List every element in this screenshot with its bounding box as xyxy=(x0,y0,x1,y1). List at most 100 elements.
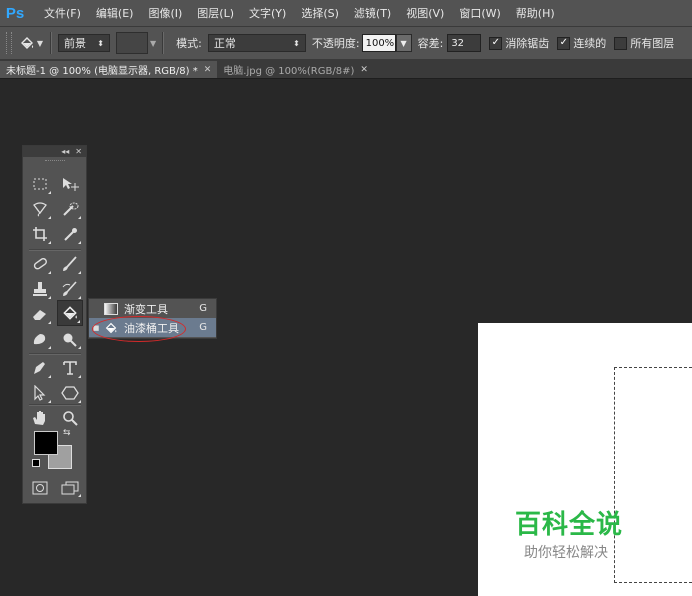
pattern-picker[interactable] xyxy=(116,32,148,54)
fill-source-value: 前景 xyxy=(64,37,86,50)
watermark-subtitle: 助你轻松解决 xyxy=(524,545,608,561)
flyout-item-shortcut: G xyxy=(199,303,207,314)
menu-select[interactable]: 选择(S) xyxy=(301,5,339,21)
shape-tool[interactable] xyxy=(57,381,83,405)
rectangular-marquee-tool[interactable] xyxy=(27,172,53,196)
opacity-input[interactable]: 100% xyxy=(361,34,396,52)
close-icon[interactable]: ✕ xyxy=(75,147,82,156)
move-tool[interactable] xyxy=(57,172,83,196)
options-grip[interactable] xyxy=(6,32,12,54)
updown-icon: ⬍ xyxy=(293,38,300,48)
foreground-color-swatch[interactable] xyxy=(34,431,58,455)
menu-view[interactable]: 视图(V) xyxy=(406,5,444,21)
pen-tool[interactable] xyxy=(27,356,53,380)
bandage-icon xyxy=(33,258,47,270)
history-brush-tool[interactable] xyxy=(57,277,83,301)
menu-image[interactable]: 图像(I) xyxy=(148,5,182,21)
antialias-label: 消除锯齿 xyxy=(505,37,550,50)
mode-select[interactable]: 正常 ⬍ xyxy=(207,34,306,52)
separator xyxy=(162,32,165,54)
opacity-label: 不透明度: xyxy=(311,37,360,50)
chevron-down-icon: ▼ xyxy=(400,38,407,48)
crop-tool[interactable] xyxy=(27,222,53,246)
close-icon[interactable]: ✕ xyxy=(360,65,368,75)
tolerance-label: 容差: xyxy=(417,37,444,50)
screen-mode-icon xyxy=(61,481,79,495)
quick-mask-icon xyxy=(32,481,48,495)
swap-colors-icon[interactable]: ⇆ xyxy=(63,428,71,438)
mode-value: 正常 xyxy=(213,37,236,50)
menu-filter[interactable]: 滤镜(T) xyxy=(354,5,391,21)
lasso-tool[interactable] xyxy=(27,197,53,221)
eraser-tool[interactable] xyxy=(27,302,53,326)
tolerance-input[interactable]: 32 xyxy=(447,34,482,52)
eraser-icon xyxy=(33,310,46,320)
menu-help[interactable]: 帮助(H) xyxy=(516,5,555,21)
tab-label: 未标题-1 @ 100% (电脑显示器, RGB/8) * xyxy=(6,66,198,77)
quick-selection-icon xyxy=(63,202,79,216)
menu-list: 文件(F) 编辑(E) 图像(I) 图层(L) 文字(Y) 选择(S) 滤镜(T… xyxy=(44,5,570,21)
dodge-tool[interactable] xyxy=(57,327,83,351)
magnifier-icon xyxy=(63,411,78,426)
healing-brush-tool[interactable] xyxy=(27,252,53,276)
blur-icon xyxy=(33,334,46,345)
menu-type[interactable]: 文字(Y) xyxy=(249,5,286,21)
panel-divider xyxy=(29,249,81,251)
clone-stamp-tool[interactable] xyxy=(27,277,53,301)
type-icon xyxy=(63,361,77,375)
brush-tool[interactable] xyxy=(57,252,83,276)
contiguous-checkbox[interactable]: ✓ xyxy=(557,36,571,50)
quick-selection-tool[interactable] xyxy=(57,197,83,221)
paint-bucket-tool[interactable] xyxy=(57,300,83,326)
selection-marquee xyxy=(614,367,692,583)
options-bar: ▼ 前景 ⬍ ▼ 模式: 正常 ⬍ 不透明度: 100% ▼ 容差: 32 ✓ … xyxy=(0,27,692,60)
close-icon[interactable]: ✕ xyxy=(204,65,212,75)
tab-computer-jpg[interactable]: 电脑.jpg @ 100%(RGB/8#) ✕ xyxy=(217,61,374,78)
screen-mode-button[interactable] xyxy=(57,477,83,499)
tab-untitled-1[interactable]: 未标题-1 @ 100% (电脑显示器, RGB/8) * ✕ xyxy=(0,61,218,78)
flyout-item-gradient[interactable]: 渐变工具 G xyxy=(89,299,216,318)
contiguous-label: 连续的 xyxy=(573,37,607,50)
gradient-icon xyxy=(103,302,119,316)
menu-window[interactable]: 窗口(W) xyxy=(459,5,500,21)
mode-label: 模式: xyxy=(176,37,202,50)
path-selection-tool[interactable] xyxy=(27,381,53,405)
brush-icon xyxy=(63,256,77,271)
tool-preset-picker[interactable]: ▼ xyxy=(18,32,44,54)
photoshop-logo: Ps xyxy=(5,4,25,22)
zoom-tool[interactable] xyxy=(57,406,83,430)
type-tool[interactable] xyxy=(57,356,83,380)
hexagon-icon xyxy=(61,386,79,400)
default-colors-icon[interactable] xyxy=(32,459,40,467)
hand-icon xyxy=(33,411,45,425)
pen-icon xyxy=(34,362,45,374)
fill-source-select[interactable]: 前景 ⬍ xyxy=(58,34,110,52)
menu-bar: Ps 文件(F) 编辑(E) 图像(I) 图层(L) 文字(Y) 选择(S) 滤… xyxy=(0,0,692,27)
collapse-icon[interactable]: ◂◂ xyxy=(61,147,69,156)
menu-file[interactable]: 文件(F) xyxy=(44,5,81,21)
eyedropper-tool[interactable] xyxy=(57,222,83,246)
flyout-item-shortcut: G xyxy=(199,322,207,333)
blur-tool[interactable] xyxy=(27,327,53,351)
all-layers-checkbox[interactable] xyxy=(614,36,628,50)
quick-mask-button[interactable] xyxy=(27,477,53,499)
document-tabs: 未标题-1 @ 100% (电脑显示器, RGB/8) * ✕ 电脑.jpg @… xyxy=(0,60,692,79)
opacity-dropdown-button[interactable]: ▼ xyxy=(395,34,412,52)
move-icon xyxy=(63,178,79,191)
menu-edit[interactable]: 编辑(E) xyxy=(96,5,134,21)
stamp-icon xyxy=(33,282,47,296)
arrow-pointer-icon xyxy=(34,385,46,401)
all-layers-label: 所有图层 xyxy=(630,37,675,50)
eyedropper-icon xyxy=(64,228,77,241)
history-brush-icon xyxy=(62,281,77,296)
paint-bucket-icon xyxy=(20,37,34,49)
watermark-title: 百科全说 xyxy=(515,510,624,540)
tab-label: 电脑.jpg @ 100%(RGB/8#) xyxy=(223,66,355,77)
antialias-checkbox[interactable]: ✓ xyxy=(489,36,503,50)
crop-icon xyxy=(33,227,47,241)
marquee-icon xyxy=(33,178,47,190)
hand-tool[interactable] xyxy=(27,406,53,430)
panel-grip[interactable] xyxy=(23,157,86,163)
menu-layer[interactable]: 图层(L) xyxy=(197,5,234,21)
panel-divider xyxy=(29,353,81,355)
